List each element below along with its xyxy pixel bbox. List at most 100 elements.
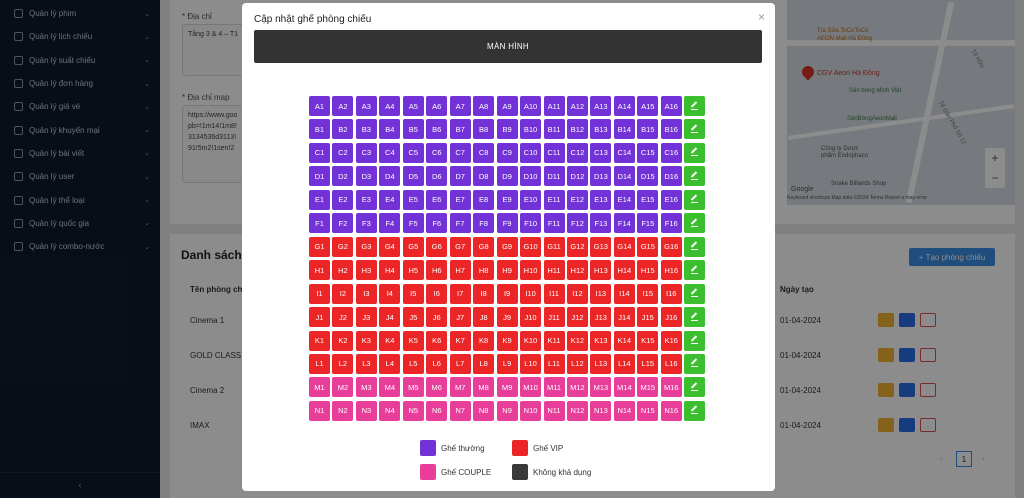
seat-vip[interactable]: I1 — [309, 283, 330, 304]
seat-couple[interactable]: M1 — [309, 377, 330, 398]
seat-couple[interactable]: N11 — [543, 400, 565, 421]
seat-standard[interactable]: D5 — [402, 166, 424, 187]
seat-vip[interactable]: I15 — [637, 283, 659, 304]
seat-standard[interactable]: C15 — [637, 142, 659, 163]
seat-vip[interactable]: K10 — [520, 330, 542, 351]
seat-standard[interactable]: D16 — [660, 166, 682, 187]
seat-standard[interactable]: A10 — [520, 96, 542, 116]
seat-vip[interactable]: G5 — [402, 236, 424, 257]
seat-standard[interactable]: C4 — [379, 142, 401, 163]
seat-standard[interactable]: B4 — [379, 119, 401, 140]
seat-standard[interactable]: B16 — [660, 119, 682, 140]
seat-vip[interactable]: H14 — [613, 260, 635, 281]
seat-vip[interactable]: I9 — [496, 283, 518, 304]
seat-standard[interactable]: B15 — [637, 119, 659, 140]
seat-standard[interactable]: D6 — [426, 166, 448, 187]
seat-vip[interactable]: G15 — [637, 236, 659, 257]
seat-vip[interactable]: I8 — [473, 283, 495, 304]
seat-standard[interactable]: E12 — [566, 189, 588, 210]
seat-couple[interactable]: M12 — [566, 377, 588, 398]
seat-couple[interactable]: M6 — [426, 377, 448, 398]
seat-vip[interactable]: H10 — [520, 260, 542, 281]
edit-row-button[interactable] — [684, 330, 706, 351]
seat-vip[interactable]: J12 — [566, 307, 588, 328]
seat-vip[interactable]: K16 — [660, 330, 682, 351]
seat-vip[interactable]: G1 — [309, 236, 330, 257]
seat-vip[interactable]: I4 — [379, 283, 401, 304]
seat-standard[interactable]: C1 — [309, 142, 330, 163]
seat-couple[interactable]: M10 — [520, 377, 542, 398]
seat-standard[interactable]: E15 — [637, 189, 659, 210]
seat-vip[interactable]: L12 — [566, 353, 588, 374]
seat-standard[interactable]: A6 — [426, 96, 448, 116]
seat-couple[interactable]: M5 — [402, 377, 424, 398]
seat-couple[interactable]: N2 — [332, 400, 354, 421]
seat-couple[interactable]: N14 — [613, 400, 635, 421]
seat-vip[interactable]: H3 — [355, 260, 377, 281]
seat-standard[interactable]: F5 — [402, 213, 424, 234]
seat-standard[interactable]: F6 — [426, 213, 448, 234]
seat-standard[interactable]: B1 — [309, 119, 330, 140]
seat-standard[interactable]: C13 — [590, 142, 612, 163]
seat-standard[interactable]: B9 — [496, 119, 518, 140]
seat-vip[interactable]: K6 — [426, 330, 448, 351]
seat-vip[interactable]: H12 — [566, 260, 588, 281]
seat-standard[interactable]: E14 — [613, 189, 635, 210]
seat-standard[interactable]: A14 — [613, 96, 635, 116]
seat-standard[interactable]: C8 — [473, 142, 495, 163]
seat-standard[interactable]: C5 — [402, 142, 424, 163]
seat-standard[interactable]: F9 — [496, 213, 518, 234]
seat-standard[interactable]: F16 — [660, 213, 682, 234]
seat-vip[interactable]: H16 — [660, 260, 682, 281]
seat-couple[interactable]: M9 — [496, 377, 518, 398]
seat-vip[interactable]: J2 — [332, 307, 354, 328]
seat-vip[interactable]: G2 — [332, 236, 354, 257]
seat-vip[interactable]: L13 — [590, 353, 612, 374]
seat-standard[interactable]: F14 — [613, 213, 635, 234]
seat-vip[interactable]: K4 — [379, 330, 401, 351]
seat-couple[interactable]: N13 — [590, 400, 612, 421]
seat-vip[interactable]: J10 — [520, 307, 542, 328]
seat-couple[interactable]: M3 — [355, 377, 377, 398]
seat-standard[interactable]: D9 — [496, 166, 518, 187]
seat-vip[interactable]: L15 — [637, 353, 659, 374]
seat-standard[interactable]: D7 — [449, 166, 471, 187]
seat-standard[interactable]: A11 — [543, 96, 565, 116]
seat-vip[interactable]: L9 — [496, 353, 518, 374]
seat-couple[interactable]: N8 — [473, 400, 495, 421]
seat-vip[interactable]: H5 — [402, 260, 424, 281]
seat-vip[interactable]: K14 — [613, 330, 635, 351]
seat-standard[interactable]: A16 — [660, 96, 682, 116]
seat-vip[interactable]: J3 — [355, 307, 377, 328]
seat-couple[interactable]: N1 — [309, 400, 330, 421]
seat-standard[interactable]: E7 — [449, 189, 471, 210]
seat-vip[interactable]: H6 — [426, 260, 448, 281]
seat-vip[interactable]: L7 — [449, 353, 471, 374]
close-icon[interactable]: × — [758, 10, 765, 24]
seat-standard[interactable]: C6 — [426, 142, 448, 163]
seat-standard[interactable]: E11 — [543, 189, 565, 210]
seat-couple[interactable]: M14 — [613, 377, 635, 398]
seat-vip[interactable]: G13 — [590, 236, 612, 257]
seat-vip[interactable]: L8 — [473, 353, 495, 374]
seat-standard[interactable]: B5 — [402, 119, 424, 140]
seat-standard[interactable]: F15 — [637, 213, 659, 234]
seat-couple[interactable]: N6 — [426, 400, 448, 421]
seat-couple[interactable]: M13 — [590, 377, 612, 398]
seat-vip[interactable]: L6 — [426, 353, 448, 374]
seat-standard[interactable]: C7 — [449, 142, 471, 163]
seat-standard[interactable]: D13 — [590, 166, 612, 187]
seat-vip[interactable]: K7 — [449, 330, 471, 351]
seat-vip[interactable]: J13 — [590, 307, 612, 328]
seat-couple[interactable]: M8 — [473, 377, 495, 398]
seat-standard[interactable]: F13 — [590, 213, 612, 234]
seat-standard[interactable]: E9 — [496, 189, 518, 210]
seat-vip[interactable]: H7 — [449, 260, 471, 281]
edit-row-button[interactable] — [684, 400, 706, 421]
seat-standard[interactable]: E10 — [520, 189, 542, 210]
seat-standard[interactable]: E3 — [355, 189, 377, 210]
seat-standard[interactable]: D1 — [309, 166, 330, 187]
seat-standard[interactable]: D8 — [473, 166, 495, 187]
edit-row-button[interactable] — [684, 213, 706, 234]
seat-vip[interactable]: J15 — [637, 307, 659, 328]
